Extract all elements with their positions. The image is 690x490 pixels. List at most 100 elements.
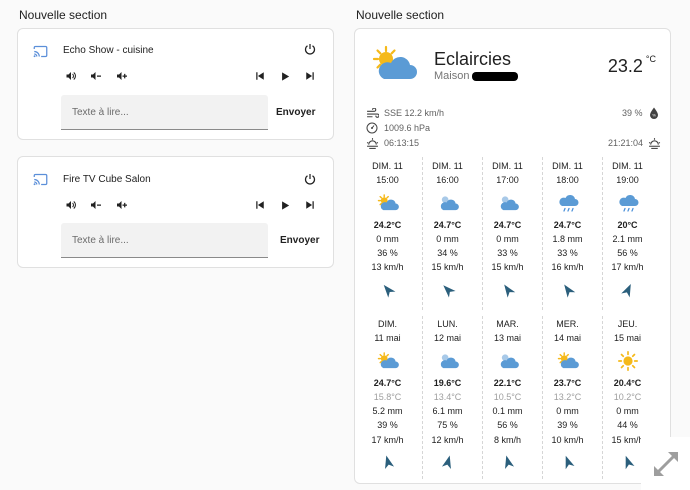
forecast-time: 18:00 [556, 175, 579, 186]
next-track-icon[interactable] [303, 198, 317, 212]
humidity-value: 39 % [622, 108, 643, 118]
forecast-temp-low: 13.2°C [553, 391, 582, 402]
forecast-day: LUN. [437, 319, 458, 329]
volume-up-icon[interactable] [115, 198, 129, 212]
svg-text:%: % [652, 113, 656, 118]
forecast-precip-probability: 56 % [617, 248, 638, 259]
media-player-card: Fire TV Cube Salon Texte à lire... Envoy… [17, 156, 334, 268]
forecast-day: DIM. 11 [552, 161, 583, 171]
tts-input[interactable]: Texte à lire... [61, 223, 268, 258]
forecast-date: 12 mai [433, 333, 461, 344]
forecast-time: 17:00 [496, 175, 519, 186]
wind-direction-icon [359, 275, 416, 305]
hourly-forecast: DIM. 11 16:00 24.7°C 0 mm 34 % 15 km/h [419, 159, 476, 305]
power-icon[interactable] [303, 172, 317, 186]
forecast-precip-probability: 39 % [557, 420, 578, 431]
sunset-time: 21:21:04 [608, 138, 644, 148]
forecast-precipitation: 6.1 mm [432, 406, 463, 417]
forecast-day: MER. [556, 319, 579, 329]
volume-up-icon[interactable] [115, 69, 129, 83]
rainy-icon [599, 188, 656, 218]
tts-placeholder: Texte à lire... [72, 107, 129, 118]
wind-direction-icon [359, 447, 416, 477]
play-icon[interactable] [278, 69, 292, 83]
partly-cloudy-icon [359, 188, 416, 218]
forecast-wind: 17 km/h [371, 434, 404, 445]
forecast-precip-probability: 75 % [437, 420, 458, 431]
forecast-precipitation: 0 mm [376, 233, 399, 244]
weather-card[interactable]: Eclaircies Maison 23.2 °C SSE 12.2 km/h 3… [354, 28, 671, 484]
section-title: Nouvelle section [356, 8, 445, 22]
forecast-time: 16:00 [436, 175, 459, 186]
forecast-temp-low: 15.8°C [373, 391, 402, 402]
daily-forecast: DIM. 11 mai 24.7°C 15.8°C 5.2 mm 39 % 17… [359, 317, 416, 477]
forecast-temp-low: 10.2°C [613, 391, 642, 402]
sunset-icon [647, 136, 661, 149]
forecast-precip-probability: 36 % [377, 248, 398, 259]
forecast-wind: 16 km/h [551, 262, 584, 273]
daily-forecast: MER. 14 mai 23.7°C 13.2°C 0 mm 39 % 10 k… [539, 317, 596, 477]
forecast-precipitation: 0 mm [436, 233, 459, 244]
next-track-icon[interactable] [303, 69, 317, 83]
weather-state: Eclaircies [434, 49, 512, 69]
forecast-day: MAR. [496, 319, 519, 329]
media-player-name: Fire TV Cube Salon [63, 174, 151, 185]
volume-mute-icon[interactable] [64, 198, 78, 212]
forecast-precipitation: 0 mm [556, 406, 579, 417]
forecast-precip-probability: 33 % [497, 248, 518, 259]
hourly-forecast: DIM. 11 18:00 24.7°C 1.8 mm 33 % 16 km/h [539, 159, 596, 305]
tts-placeholder: Texte à lire... [72, 235, 129, 246]
forecast-precipitation: 0 mm [496, 233, 519, 244]
cloudy-sun-icon [479, 346, 536, 376]
forecast-time: 15:00 [376, 175, 399, 186]
partly-cloudy-icon [359, 346, 416, 376]
cast-icon[interactable] [31, 42, 49, 60]
forecast-wind: 17 km/h [611, 262, 644, 273]
resize-icon [653, 451, 678, 476]
forecast-temperature: 24.7°C [433, 219, 462, 230]
power-icon[interactable] [303, 42, 317, 56]
forecast-temp-low: 10.5°C [493, 391, 522, 402]
hourly-forecast: DIM. 11 15:00 24.2°C 0 mm 36 % 13 km/h [359, 159, 416, 305]
forecast-date: 13 mai [493, 333, 521, 344]
send-button[interactable]: Envoyer [280, 235, 319, 246]
send-button[interactable]: Envoyer [276, 107, 315, 118]
humidity-drop-icon: % [648, 107, 660, 119]
forecast-temp-high: 20.4°C [613, 377, 642, 388]
cloudy-sun-icon [419, 346, 476, 376]
resize-handle[interactable] [641, 437, 690, 490]
volume-mute-icon[interactable] [64, 69, 78, 83]
previous-track-icon[interactable] [253, 198, 267, 212]
forecast-precipitation: 5.2 mm [372, 406, 403, 417]
forecast-day: DIM. [378, 319, 397, 329]
wind-direction-icon [479, 275, 536, 305]
forecast-day: DIM. 11 [372, 161, 403, 171]
wind-direction-icon [599, 275, 656, 305]
forecast-precip-probability: 39 % [377, 420, 398, 431]
cloudy-sun-icon [479, 188, 536, 218]
forecast-wind: 10 km/h [551, 434, 584, 445]
forecast-precip-probability: 33 % [557, 248, 578, 259]
volume-down-icon[interactable] [89, 69, 103, 83]
forecast-temp-low: 13.4°C [433, 391, 462, 402]
tts-input[interactable]: Texte à lire... [61, 95, 268, 130]
hourly-forecast: DIM. 11 19:00 20°C 2.1 mm 56 % 17 km/h [599, 159, 656, 305]
forecast-precip-probability: 56 % [497, 420, 518, 431]
forecast-precipitation: 0.1 mm [492, 406, 523, 417]
previous-track-icon[interactable] [253, 69, 267, 83]
daily-forecast: MAR. 13 mai 22.1°C 10.5°C 0.1 mm 56 % 8 … [479, 317, 536, 477]
partly-cloudy-icon [369, 44, 419, 84]
section-title: Nouvelle section [19, 8, 108, 22]
pressure-value: 1009.6 hPa [384, 123, 431, 133]
cloudy-sun-icon [419, 188, 476, 218]
wind-direction-icon [539, 275, 596, 305]
cast-icon[interactable] [31, 170, 49, 188]
play-icon[interactable] [278, 198, 292, 212]
forecast-precipitation: 1.8 mm [552, 233, 583, 244]
forecast-day: DIM. 11 [432, 161, 463, 171]
volume-down-icon[interactable] [89, 198, 103, 212]
forecast-date: 15 mai [613, 333, 641, 344]
rainy-icon [539, 188, 596, 218]
forecast-temp-high: 23.7°C [553, 377, 582, 388]
sunrise-icon [365, 136, 379, 149]
